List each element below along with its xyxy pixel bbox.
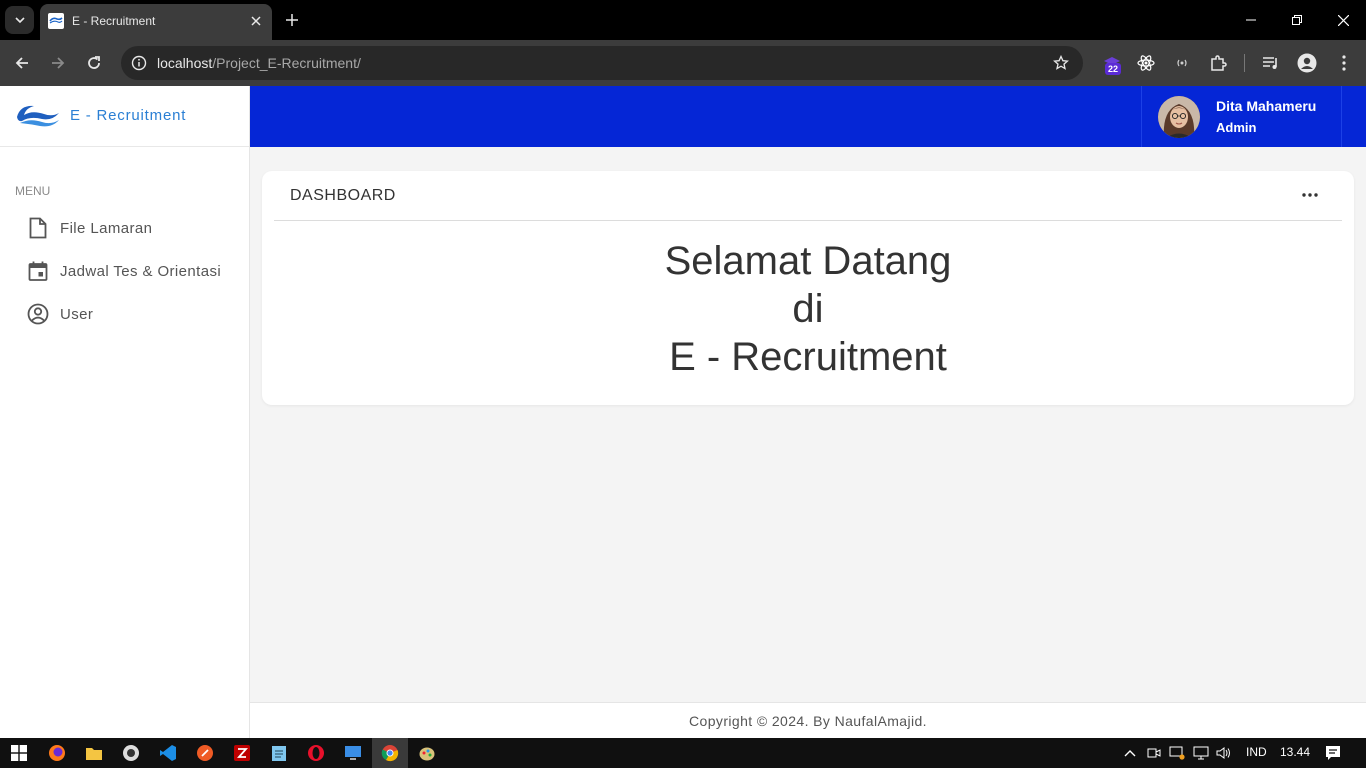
extensions-puzzle-icon[interactable] bbox=[1207, 52, 1229, 74]
tab-close-button[interactable] bbox=[248, 13, 264, 29]
dashboard-card: DASHBOARD Selamat Datang di E - Recruitm… bbox=[262, 171, 1354, 405]
page-title: DASHBOARD bbox=[290, 187, 396, 204]
arrow-right-icon bbox=[52, 57, 65, 69]
extension-badge: 22 bbox=[1105, 63, 1122, 75]
card-options-button[interactable] bbox=[1298, 185, 1322, 205]
close-icon bbox=[1337, 14, 1349, 26]
file-explorer-icon[interactable] bbox=[83, 742, 105, 764]
forward-button[interactable] bbox=[46, 51, 70, 75]
avatar bbox=[1158, 96, 1200, 138]
sidebar-item-label: User bbox=[60, 305, 94, 323]
welcome-line: E - Recruitment bbox=[669, 335, 947, 379]
user-role: Admin bbox=[1216, 120, 1257, 135]
media-control-icon[interactable] bbox=[1260, 52, 1282, 74]
chrome-icon[interactable] bbox=[379, 742, 401, 764]
sidebar-item-user[interactable]: User bbox=[26, 299, 241, 329]
copyright-text: Copyright © 2024. By NaufalAmajid. bbox=[689, 713, 927, 729]
extension-broadcast-icon[interactable] bbox=[1171, 52, 1193, 74]
top-navbar: Dita Mahameru Admin bbox=[250, 86, 1366, 147]
star-icon bbox=[1053, 55, 1069, 70]
brand[interactable]: E - Recruitment bbox=[0, 86, 249, 147]
sidebar-item-jadwal[interactable]: Jadwal Tes & Orientasi bbox=[26, 256, 241, 286]
card-header: DASHBOARD bbox=[274, 171, 1342, 221]
windows-logo-icon bbox=[11, 745, 27, 761]
tab-search-button[interactable] bbox=[5, 6, 34, 34]
clock-time[interactable]: 13.44 bbox=[1280, 745, 1310, 759]
github-desktop-icon[interactable] bbox=[120, 742, 142, 764]
site-info-icon[interactable] bbox=[129, 53, 149, 73]
windows-taskbar: IND 13.44 bbox=[0, 738, 1366, 768]
window-close-button[interactable] bbox=[1320, 0, 1366, 40]
user-circle-icon bbox=[26, 302, 50, 326]
network-warning-icon[interactable] bbox=[1166, 742, 1188, 764]
vscode-icon[interactable] bbox=[157, 742, 179, 764]
user-name: Dita Mahameru bbox=[1216, 98, 1317, 114]
minimize-icon bbox=[1246, 19, 1256, 21]
reload-button[interactable] bbox=[82, 51, 106, 75]
profile-avatar-icon[interactable] bbox=[1296, 52, 1318, 74]
browser-menu-button[interactable] bbox=[1333, 52, 1355, 74]
window-minimize-button[interactable] bbox=[1228, 0, 1274, 40]
tab-title: E - Recruitment bbox=[72, 14, 156, 28]
meet-now-icon[interactable] bbox=[1143, 742, 1165, 764]
firefox-icon[interactable] bbox=[46, 742, 68, 764]
postman-icon[interactable] bbox=[194, 742, 216, 764]
network-icon[interactable] bbox=[1190, 742, 1212, 764]
window-restore-button[interactable] bbox=[1274, 0, 1320, 40]
file-icon bbox=[26, 216, 50, 240]
footer: Copyright © 2024. By NaufalAmajid. bbox=[250, 702, 1366, 738]
web-app: E - Recruitment MENU File Lamaran Jadwal… bbox=[0, 86, 1366, 738]
address-bar[interactable]: localhost/Project_E-Recruitment/ bbox=[121, 46, 1083, 80]
sidebar-item-label: File Lamaran bbox=[60, 219, 153, 237]
restore-icon bbox=[1292, 15, 1302, 25]
back-button[interactable] bbox=[10, 51, 34, 75]
kebab-menu-icon bbox=[1342, 55, 1346, 71]
chevron-down-icon bbox=[14, 17, 25, 24]
toolbar-divider bbox=[1244, 54, 1245, 72]
browser-tab-active[interactable]: E - Recruitment bbox=[40, 4, 272, 40]
browser-toolbar: localhost/Project_E-Recruitment/ bbox=[0, 40, 1366, 86]
paint-icon[interactable] bbox=[416, 742, 438, 764]
brand-name: E - Recruitment bbox=[70, 107, 187, 124]
url-host: localhost bbox=[157, 55, 213, 71]
sidebar-item-label: Jadwal Tes & Orientasi bbox=[60, 262, 222, 280]
windows-start-button[interactable] bbox=[8, 742, 30, 764]
filezilla-icon[interactable] bbox=[231, 742, 253, 764]
browser-tab-bar: E - Recruitment bbox=[0, 0, 1366, 40]
opera-icon[interactable] bbox=[305, 742, 327, 764]
user-profile-dropdown[interactable]: Dita Mahameru Admin bbox=[1141, 86, 1342, 147]
url-text: localhost/Project_E-Recruitment/ bbox=[157, 55, 361, 71]
volume-icon[interactable] bbox=[1213, 742, 1235, 764]
brand-logo-icon bbox=[17, 105, 59, 127]
close-icon bbox=[251, 16, 261, 26]
new-tab-button[interactable] bbox=[282, 10, 302, 30]
calendar-icon bbox=[26, 259, 50, 283]
react-devtools-icon[interactable] bbox=[1135, 52, 1157, 74]
sidebar-item-file-lamaran[interactable]: File Lamaran bbox=[26, 213, 241, 243]
notification-center-icon[interactable] bbox=[1322, 742, 1344, 764]
welcome-line: Selamat Datang bbox=[664, 239, 952, 283]
tray-chevron-up-icon[interactable] bbox=[1119, 742, 1141, 764]
input-language[interactable]: IND bbox=[1246, 745, 1267, 759]
welcome-line: di bbox=[792, 287, 824, 331]
arrow-left-icon bbox=[15, 57, 28, 69]
welcome-message: Selamat Datang di E - Recruitment bbox=[262, 237, 1354, 381]
more-horizontal-icon bbox=[1302, 193, 1318, 197]
bookmark-star-button[interactable] bbox=[1051, 53, 1071, 73]
reload-icon bbox=[88, 56, 100, 69]
url-path: /Project_E-Recruitment/ bbox=[212, 55, 361, 71]
sidebar: E - Recruitment MENU File Lamaran Jadwal… bbox=[0, 86, 250, 738]
notepad-icon[interactable] bbox=[268, 742, 290, 764]
site-favicon-icon bbox=[48, 13, 64, 29]
menu-caption: MENU bbox=[15, 184, 51, 198]
plus-icon bbox=[286, 14, 298, 26]
remote-desktop-icon[interactable] bbox=[342, 742, 364, 764]
